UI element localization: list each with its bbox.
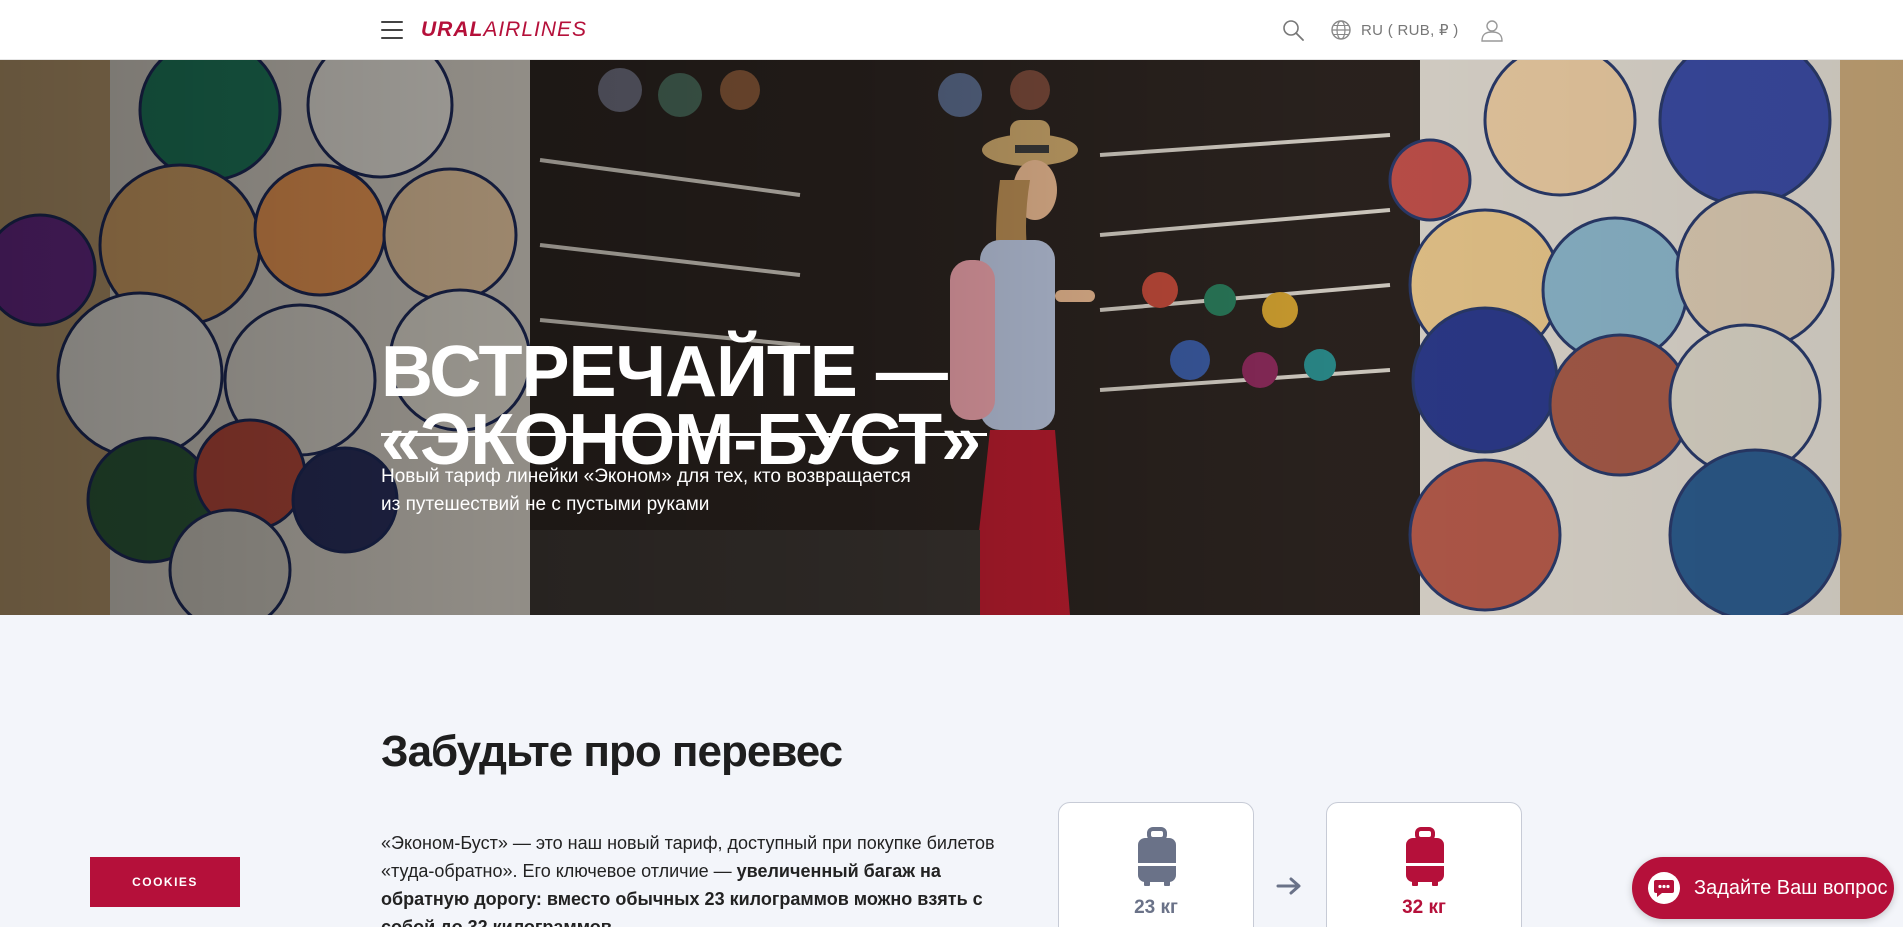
cookies-button[interactable]: COOKIES (90, 857, 240, 907)
hero-title: ВСТРЕЧАЙТЕ — «ЭКОНОМ-БУСТ» (381, 332, 1001, 476)
ural-airlines-logo[interactable]: URAL AIRLINES (421, 17, 587, 43)
language-currency-selector[interactable]: RU ( RUB, ₽ ) (1330, 18, 1459, 42)
globe-icon (1331, 20, 1351, 40)
hero-subtitle-line1: Новый тариф линейки «Эконом» для тех, кт… (381, 466, 911, 487)
language-label: RU ( RUB, ₽ ) (1361, 22, 1459, 39)
section-title: Забудьте про перевес (381, 727, 843, 776)
hero-banner: ВСТРЕЧАЙТЕ — «ЭКОНОМ-БУСТ» Новый тариф л… (0, 60, 1903, 615)
menu-icon[interactable] (381, 21, 403, 39)
logo-text-ural: URAL (421, 18, 484, 41)
chat-support-button[interactable]: Задайте Ваш вопрос (1632, 857, 1894, 919)
hero-subtitle: Новый тариф линейки «Эконом» для тех, кт… (381, 463, 941, 519)
arrow-right-icon (1276, 877, 1301, 895)
boost-baggage-card: 32 кг (1326, 802, 1522, 927)
suitcase-icon (1138, 827, 1176, 886)
standard-baggage-card: 23 кг (1058, 802, 1254, 927)
standard-baggage-weight: 23 кг (1134, 897, 1178, 918)
hero-divider (381, 433, 987, 436)
site-header: URAL AIRLINES RU ( RUB, ₽ ) (0, 0, 1903, 60)
user-account-icon[interactable] (1480, 18, 1504, 42)
hero-title-line1: ВСТРЕЧАЙТЕ — (381, 332, 948, 412)
boost-baggage-weight: 32 кг (1402, 897, 1446, 918)
search-icon[interactable] (1282, 19, 1304, 41)
logo-text-airlines: AIRLINES (483, 18, 588, 41)
suitcase-icon (1406, 827, 1444, 886)
section-description: «Эконом-Буст» — это наш новый тариф, дос… (381, 829, 1026, 927)
chat-label: Задайте Ваш вопрос (1694, 876, 1888, 899)
hero-subtitle-line2: из путешествий не с пустыми руками (381, 494, 710, 515)
chat-icon (1648, 872, 1680, 904)
